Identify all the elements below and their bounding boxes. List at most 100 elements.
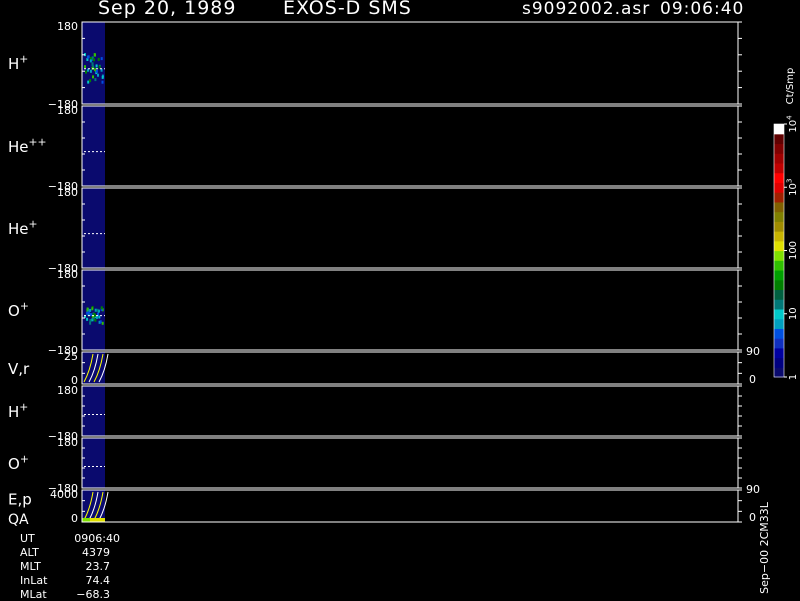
spectrogram-plot: 180−180H+180−180He++180−180He+180−180O+2…: [8, 20, 799, 594]
ytick-max: 180: [57, 268, 78, 281]
colorbar-swatch: [774, 221, 784, 232]
species-label: E,p: [8, 490, 32, 508]
count-cell: [92, 317, 95, 321]
count-cell: [89, 319, 92, 322]
colorbar-swatch: [774, 172, 784, 183]
count-cell: [94, 68, 96, 72]
panel-frame: [81, 187, 739, 269]
count-cell: [101, 75, 104, 79]
count-cell: [96, 308, 99, 312]
info-row-ut: UT 0906:40: [20, 532, 120, 545]
species-label: O+: [8, 299, 29, 320]
panel-4: 250V,r900: [8, 345, 760, 387]
qa-label: QA: [8, 512, 29, 528]
colorbar-swatch: [774, 162, 784, 174]
info-row-alt: ALT 4379: [20, 546, 110, 559]
colorbar-swatch: [774, 367, 784, 378]
panel-7: 4000 0 E,p QA 90 0: [8, 483, 760, 528]
ytick-max: 4000: [50, 488, 78, 501]
colorbar-swatch: [774, 153, 784, 164]
panel-frame: [81, 269, 739, 351]
qa-bar-start: [82, 518, 90, 522]
plot-stage: Sep 20, 1989 EXOS-D SMS s9092002.asr 09:…: [0, 0, 800, 601]
count-cell: [94, 318, 97, 322]
species-label: O+: [8, 452, 29, 473]
colorbar-title: Ct/Smp: [785, 68, 796, 105]
colorbar-swatch: [774, 182, 784, 193]
count-cell: [89, 59, 92, 63]
count-cell: [97, 57, 100, 61]
count-cell: [84, 65, 86, 69]
info-row-mlat: MLat −68.3: [20, 588, 110, 601]
ytick-max: 180: [57, 20, 78, 33]
colorbar-swatch: [774, 240, 784, 252]
count-cell: [95, 64, 98, 68]
species-label: H+: [8, 400, 28, 421]
right-tick-min: 0: [749, 511, 756, 524]
colorbar-swatch: [774, 299, 784, 310]
count-cell: [92, 75, 94, 79]
panel-frame: [81, 385, 739, 437]
data-band: [82, 438, 105, 488]
ytick-max: 25: [64, 350, 78, 363]
colorbar-swatch: [774, 328, 784, 339]
count-cell: [94, 313, 96, 317]
count-cell: [89, 69, 92, 73]
species-label: He++: [8, 135, 47, 156]
info-row-inlat: InLat 74.4: [20, 574, 110, 587]
data-band: [82, 386, 105, 436]
count-cell: [85, 70, 87, 74]
count-cell: [95, 69, 98, 73]
count-cell: [86, 311, 89, 315]
panel-0: 180−180H+: [8, 20, 742, 111]
panel-frame: [81, 489, 739, 523]
count-cell: [89, 313, 92, 317]
count-cell: [86, 317, 89, 321]
panel-1: 180−180He++: [8, 104, 742, 193]
count-cell: [100, 57, 103, 61]
panel-frame: [81, 105, 739, 187]
ytick-max: 180: [57, 104, 78, 117]
data-band: [82, 188, 105, 268]
panel-5: 180−180H+: [8, 384, 742, 443]
count-cell: [86, 307, 89, 311]
colorbar-swatch: [774, 192, 784, 203]
colorbar-swatch: [774, 143, 784, 154]
count-cell: [94, 78, 97, 82]
count-cell: [87, 55, 90, 59]
colorbar-swatch: [774, 231, 784, 242]
count-cell: [100, 306, 103, 310]
colorbar-tick-label: 1: [788, 374, 799, 380]
panel-2: 180−180He+: [8, 186, 742, 275]
count-cell: [89, 321, 92, 325]
right-tick-max: 90: [746, 345, 760, 358]
count-cell: [92, 58, 95, 62]
panel-frame: [81, 437, 739, 489]
panel-frame: [81, 351, 739, 385]
ytick-max: 180: [57, 384, 78, 397]
count-cell: [89, 79, 92, 83]
colorbar-tick-label: 10: [788, 307, 799, 320]
panel-3: 180−180O+: [8, 268, 742, 357]
species-label: He+: [8, 217, 38, 238]
panel-6: 180−180O+: [8, 436, 742, 495]
ytick-max: 180: [57, 436, 78, 449]
ytick-min: 0: [71, 512, 78, 525]
colorbar-swatch: [774, 347, 784, 359]
colorbar: 104103100101Ct/Smp: [773, 68, 799, 380]
colorbar-swatch: [774, 260, 784, 271]
count-cell: [95, 316, 98, 319]
colorbar-tick-label: 100: [788, 241, 799, 260]
count-cell: [91, 307, 94, 311]
ytick-max: 180: [57, 186, 78, 199]
count-cell: [101, 321, 104, 325]
count-cell: [97, 73, 99, 77]
count-cell: [101, 80, 104, 84]
colorbar-swatch: [774, 250, 784, 261]
info-row-mlt: MLT 23.7: [20, 560, 110, 573]
species-label: V,r: [8, 360, 30, 378]
colorbar-swatch: [774, 133, 784, 145]
count-cell: [94, 308, 97, 312]
colorbar-swatch: [774, 289, 784, 300]
panel-frame: [81, 21, 739, 105]
